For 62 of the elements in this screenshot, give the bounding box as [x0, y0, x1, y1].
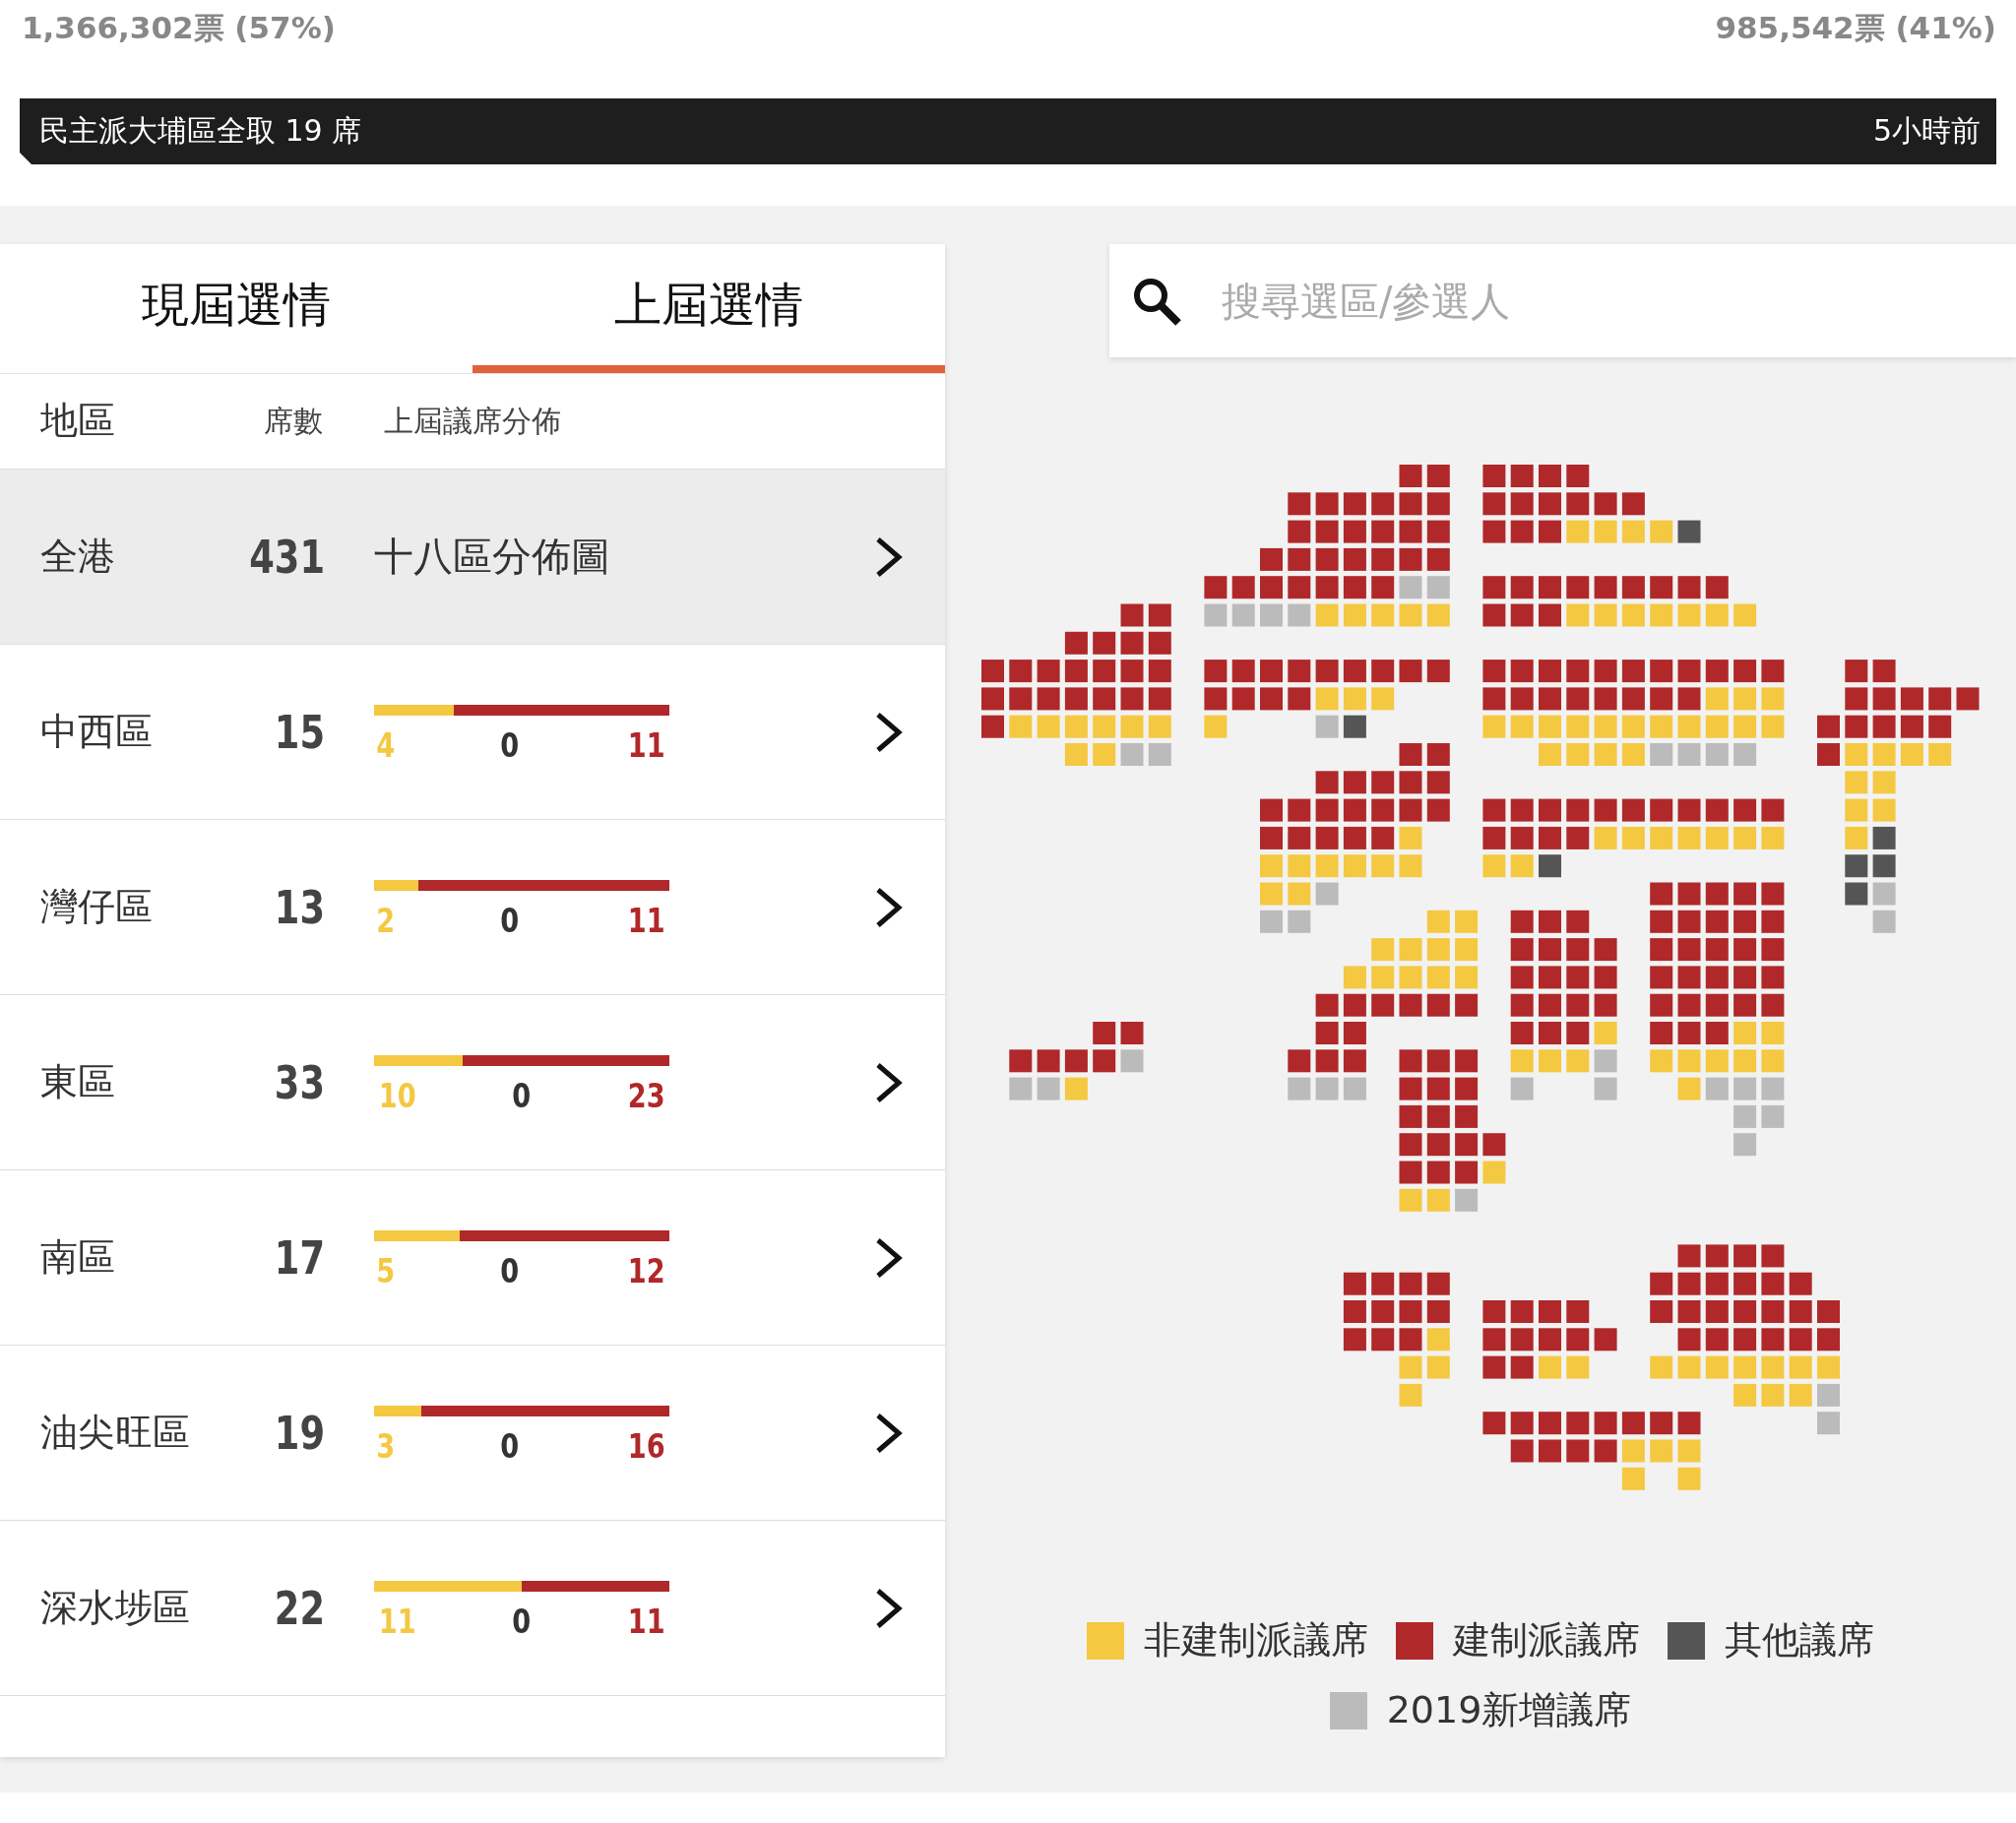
region-name: 中西區	[39, 709, 154, 755]
chevron-right-icon[interactable]	[874, 710, 904, 754]
pro-democracy-count: 10	[378, 1076, 416, 1115]
pro-establishment-count: 11	[627, 725, 665, 765]
others-count: 0	[500, 1251, 520, 1290]
vote-count-left: 1,366,302票 (57%)	[22, 9, 336, 47]
others-count: 0	[512, 1076, 532, 1115]
tab[interactable]: 上屆選情	[472, 244, 945, 373]
region-name: 全港	[39, 534, 116, 580]
news-time: 5小時前	[1872, 112, 1981, 150]
legend-label: 非建制派議席	[1144, 1617, 1368, 1664]
search-field[interactable]: 搜尋選區/參選人	[1220, 277, 1814, 325]
chevron-right-icon[interactable]	[874, 885, 904, 929]
district-row[interactable]: 東區 33 10 0 23	[0, 995, 945, 1170]
map-link[interactable]: 十八區分佈圖	[374, 530, 610, 584]
seat-count: 17	[273, 1230, 325, 1285]
chevron-right-icon[interactable]	[874, 1060, 904, 1104]
others-count: 0	[500, 1426, 520, 1466]
chevron-right-icon[interactable]	[874, 1411, 904, 1455]
district-row[interactable]: 全港 431 十八區分佈圖	[0, 470, 945, 645]
district-row[interactable]: 深水埗區 22 11 0 11	[0, 1521, 945, 1696]
column-header: 席數	[264, 402, 324, 440]
pro-democracy-count: 5	[376, 1251, 396, 1290]
district-row[interactable]: 中西區 15 4 0 11	[0, 645, 945, 820]
chevron-right-icon[interactable]	[874, 534, 904, 579]
region-name: 油尖旺區	[39, 1410, 191, 1456]
others-count: 0	[512, 1602, 532, 1641]
chevron-right-icon[interactable]	[874, 1586, 904, 1630]
column-header: 地區	[39, 399, 116, 444]
district-row[interactable]: 灣仔區 13 2 0 11	[0, 820, 945, 995]
region-name: 深水埗區	[39, 1585, 191, 1631]
district-row[interactable]: 油尖旺區 19 3 0 16	[0, 1346, 945, 1521]
others-count: 0	[500, 901, 520, 940]
pro-establishment-count: 23	[627, 1076, 665, 1115]
pro-democracy-count: 2	[376, 901, 396, 940]
pro-democracy-count: 11	[378, 1602, 416, 1641]
region-name: 灣仔區	[39, 884, 154, 930]
seat-count: 22	[273, 1581, 325, 1635]
others-count: 0	[500, 725, 520, 765]
seat-count: 33	[273, 1055, 325, 1109]
search-bar[interactable]: 搜尋選區/參選人	[1109, 244, 2016, 357]
tab[interactable]: 現屆選情	[0, 244, 472, 373]
legend-label: 2019新增議席	[1386, 1687, 1632, 1733]
vote-count-right: 985,542票 (41%)	[1715, 9, 1996, 47]
pro-establishment-count: 12	[627, 1251, 665, 1290]
pro-democracy-count: 4	[376, 725, 396, 765]
region-name: 南區	[39, 1234, 116, 1281]
column-header: 上屆議席分佈	[384, 402, 561, 440]
pro-establishment-count: 11	[627, 1602, 665, 1641]
region-name: 東區	[39, 1059, 116, 1105]
seat-count: 13	[273, 880, 325, 934]
district-row[interactable]: 南區 17 5 0 12	[0, 1170, 945, 1346]
legend-label: 建制派議席	[1453, 1617, 1640, 1664]
legend-label: 其他議席	[1725, 1617, 1874, 1664]
chevron-right-icon[interactable]	[874, 1235, 904, 1280]
pro-establishment-count: 11	[627, 901, 665, 940]
seat-count: 431	[248, 530, 325, 584]
pro-establishment-count: 16	[627, 1426, 665, 1466]
seat-count: 19	[273, 1406, 325, 1460]
news-headline: 民主派大埔區全取 19 席	[39, 112, 362, 150]
seat-count: 15	[273, 705, 325, 759]
pro-democracy-count: 3	[376, 1426, 396, 1466]
